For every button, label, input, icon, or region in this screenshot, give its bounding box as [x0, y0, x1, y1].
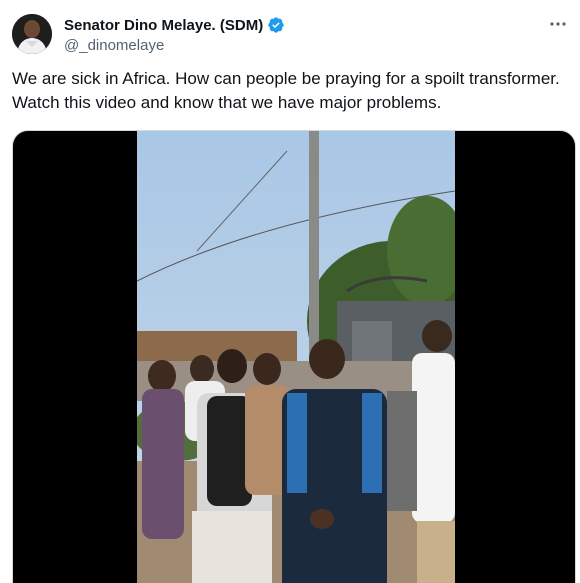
tweet-card: Senator Dino Melaye. (SDM) @_dinomelaye …: [0, 0, 580, 583]
more-options-button[interactable]: [548, 14, 568, 34]
avatar-image: [12, 14, 52, 54]
author-name-row: Senator Dino Melaye. (SDM): [64, 14, 285, 36]
author-display-name[interactable]: Senator Dino Melaye. (SDM): [64, 17, 263, 34]
tweet-text: We are sick in Africa. How can people be…: [12, 69, 560, 112]
author-handle[interactable]: @_dinomelaye: [64, 37, 164, 54]
video-thumbnail: [137, 131, 455, 583]
more-options-icon: [550, 22, 566, 26]
video-player[interactable]: [12, 130, 576, 583]
verified-badge-icon: [268, 17, 284, 33]
avatar[interactable]: [12, 14, 52, 54]
